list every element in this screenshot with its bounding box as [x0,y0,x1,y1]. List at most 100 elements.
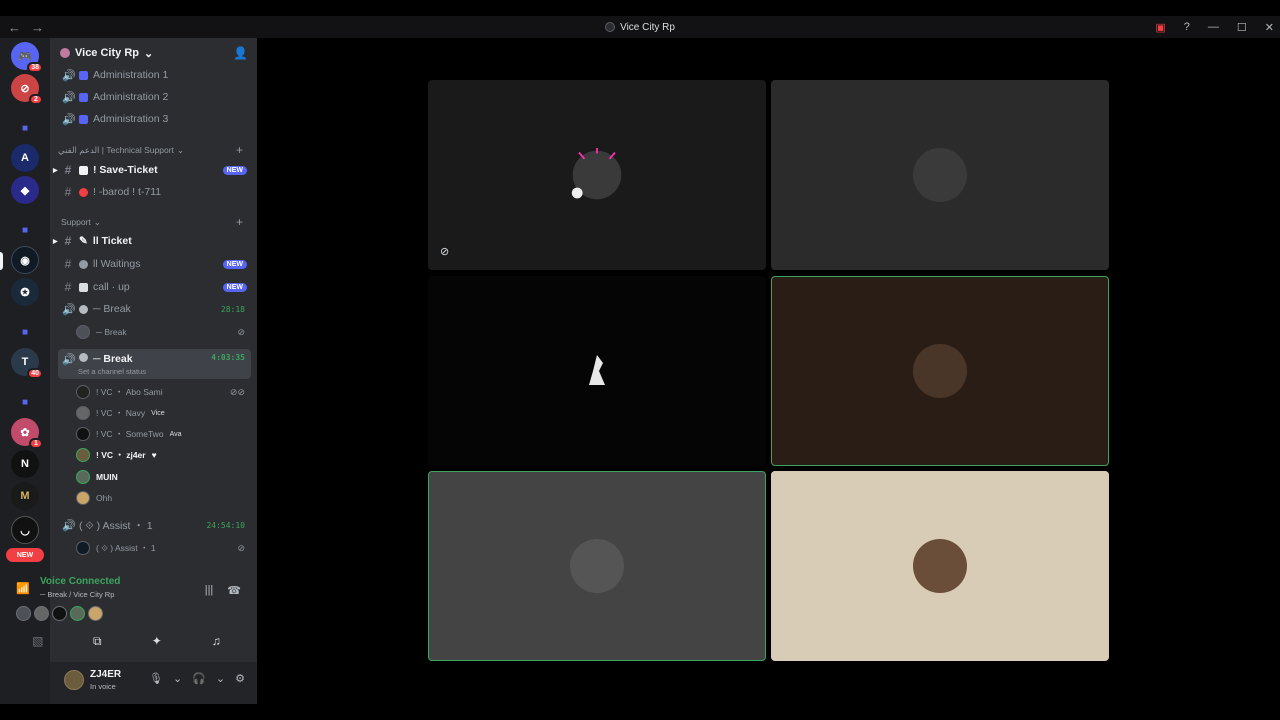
voice-connected-subtitle: ─ Break / Vice City Rp [40,590,115,599]
voice-connected-title: Voice Connected [40,576,121,587]
channel-waitings[interactable]: # ll Waitings NEW [58,254,251,274]
server-dot-icon [605,22,616,32]
server-icon-1[interactable]: ⊘ 2 [11,74,43,105]
participant-tile-5[interactable] [428,471,766,661]
participant-tile-1[interactable]: ⊘ [428,80,766,270]
voice-timer: 4:03:35 [211,353,245,362]
channel-label: Administration 3 [93,113,169,125]
voice-user-sometwo[interactable]: ! VC ・ SomeTwo Ava [76,424,251,444]
window-title-wrap: Vice City Rp [0,16,1280,38]
microphone-icon[interactable]: 🎙 [149,672,163,685]
category-label: Support [61,217,91,227]
server-icon-9[interactable]: ◡ [11,516,39,544]
server-icon-8[interactable]: M [11,482,39,510]
voice-status[interactable]: 📶 Voice Connected ─ Break / Vice City Rp… [16,576,251,602]
channel-admin-1[interactable]: 🔊 Administration 1 [58,65,251,85]
voice-user-abo-sami[interactable]: ! VC ・ Abo Sami ⊘⊘ [76,382,251,402]
channel-admin-2[interactable]: 🔊 Administration 2 [58,87,251,107]
channel-admin-3[interactable]: 🔊 Administration 3 [58,109,251,129]
inbox-icon[interactable]: ▣ [1155,21,1165,34]
server-icon-2[interactable]: A [11,144,39,172]
participant-tile-2[interactable] [771,80,1109,270]
server-header[interactable]: Vice City Rp ⌄ 👤 [50,38,257,68]
direct-messages-icon[interactable]: 🎮 38 [11,42,43,73]
voice-user-navy[interactable]: ! VC ・ Navy Vice [76,403,251,423]
user-label: Ohh [96,493,113,503]
chevron-down-icon: ⌄ [93,216,101,227]
voice-user-break[interactable]: ─ Break ⊘ [76,322,251,342]
unread-arrow-icon: ▶ [53,167,58,174]
server-icon-4[interactable]: ✪ [11,278,39,306]
voice-user-muin[interactable]: MUIN [76,467,251,487]
voice-user-assist[interactable]: ( ⟐ ) Assist ・ 1 ⊘ [76,538,251,558]
server-icon-7[interactable]: N [11,450,39,478]
participant-avatar[interactable] [88,606,103,621]
channel-emoji [79,353,88,362]
voice-channel-assist[interactable]: 🔊 ( ⟐ ) Assist ・ 1 24:54:10 [58,515,251,535]
channel-label: Administration 1 [93,69,169,81]
username[interactable]: ZJ4ER [90,669,121,680]
channel-status[interactable]: Set a channel status [78,367,146,376]
avatar [76,427,90,441]
screen-share-icon[interactable]: ⧉ [77,630,117,652]
close-button[interactable]: ✕ [1265,21,1274,34]
channel-save-ticket[interactable]: ▶ # ! Save-Ticket NEW [53,160,251,180]
participant-avatar[interactable] [16,606,31,621]
minimize-button[interactable]: — [1208,21,1219,33]
user-label: ─ Break [96,327,127,337]
create-channel-icon[interactable]: + [236,215,243,229]
folder-icon-3[interactable]: ■ [11,318,39,346]
chevron-down-icon[interactable]: ⌄ [216,672,225,685]
server-icon-3[interactable]: ◆ [11,176,39,204]
channel-barod[interactable]: # ! -barod ! t-711 [58,182,251,202]
user-tag: Ava [169,430,182,438]
maximize-button[interactable]: ☐ [1237,21,1247,34]
participant-tile-3[interactable] [428,276,766,466]
sparkle-icon [571,148,622,200]
participant-tile-4[interactable] [771,276,1109,466]
folder-icon[interactable]: ■ [11,114,39,142]
participant-avatar[interactable] [52,606,67,621]
vice-city-server-icon[interactable]: ◉ [11,246,39,274]
participant-tile-6[interactable] [771,471,1109,661]
voice-channel-break-1[interactable]: 🔊 ─ Break 28:18 [58,299,251,319]
camera-off-icon[interactable]: ▧ [18,630,58,652]
avatar [76,491,90,505]
channel-label: Administration 2 [93,91,169,103]
server-rail: 🎮 38 ⊘ 2 ■ A ◆ ■ ◉ ✪ ■ T 40 ■ ✿ 1 N M ◡ … [0,38,50,704]
channel-label: ll Ticket [92,235,132,247]
folder-icon-4[interactable]: ■ [11,388,39,416]
category-technical-support[interactable]: الدعم الفني | Technical Support ⌄ + [58,142,251,158]
category-support[interactable]: Support ⌄ + [58,214,251,230]
voice-connected-panel: 📶 Voice Connected ─ Break / Vice City Rp… [16,570,251,660]
gear-icon[interactable]: ⚙ [235,672,245,685]
help-icon[interactable]: ? [1184,21,1190,33]
channel-call-up[interactable]: # call · up NEW [58,277,251,297]
channel-ticket[interactable]: ▶ # ✎ ll Ticket [53,231,251,251]
voice-channel-icon: 🔊 [62,303,76,316]
server-icon-5[interactable]: T 40 [11,348,43,379]
headphones-icon[interactable]: 🎧 [192,672,206,685]
user-avatar[interactable] [64,670,84,690]
voice-channel-icon: 🔊 [62,91,76,104]
folder-icon-2[interactable]: ■ [11,216,39,244]
activities-icon[interactable]: ✦ [137,630,177,652]
chevron-down-icon[interactable]: ⌄ [173,672,182,685]
noise-suppression-icon[interactable]: ||| [205,584,214,597]
voice-channel-icon: 🔊 [62,69,76,82]
user-label: ! VC ・ Navy [96,408,146,418]
participant-avatar[interactable] [34,606,49,621]
create-channel-icon[interactable]: + [236,143,243,157]
voice-channel-break-2[interactable]: 🔊 ─ Break 4:03:35 Set a channel status [58,349,251,379]
voice-user-zj4er[interactable]: ! VC ・ zj4er ♥ [76,445,251,465]
category-label: الدعم الفني | Technical Support [58,144,174,155]
disconnect-icon[interactable]: ☎ [227,584,241,597]
participant-avatar[interactable] [70,606,85,621]
channel-label: ─ Break [93,303,131,315]
new-servers-pill[interactable]: NEW [6,548,44,562]
chevron-down-icon: ⌄ [176,144,185,155]
server-icon-6[interactable]: ✿ 1 [11,418,43,449]
voice-user-ohh[interactable]: Ohh [76,488,251,508]
soundboard-icon[interactable]: ♫ [196,630,236,652]
invite-people-icon[interactable]: 👤 [233,46,248,60]
